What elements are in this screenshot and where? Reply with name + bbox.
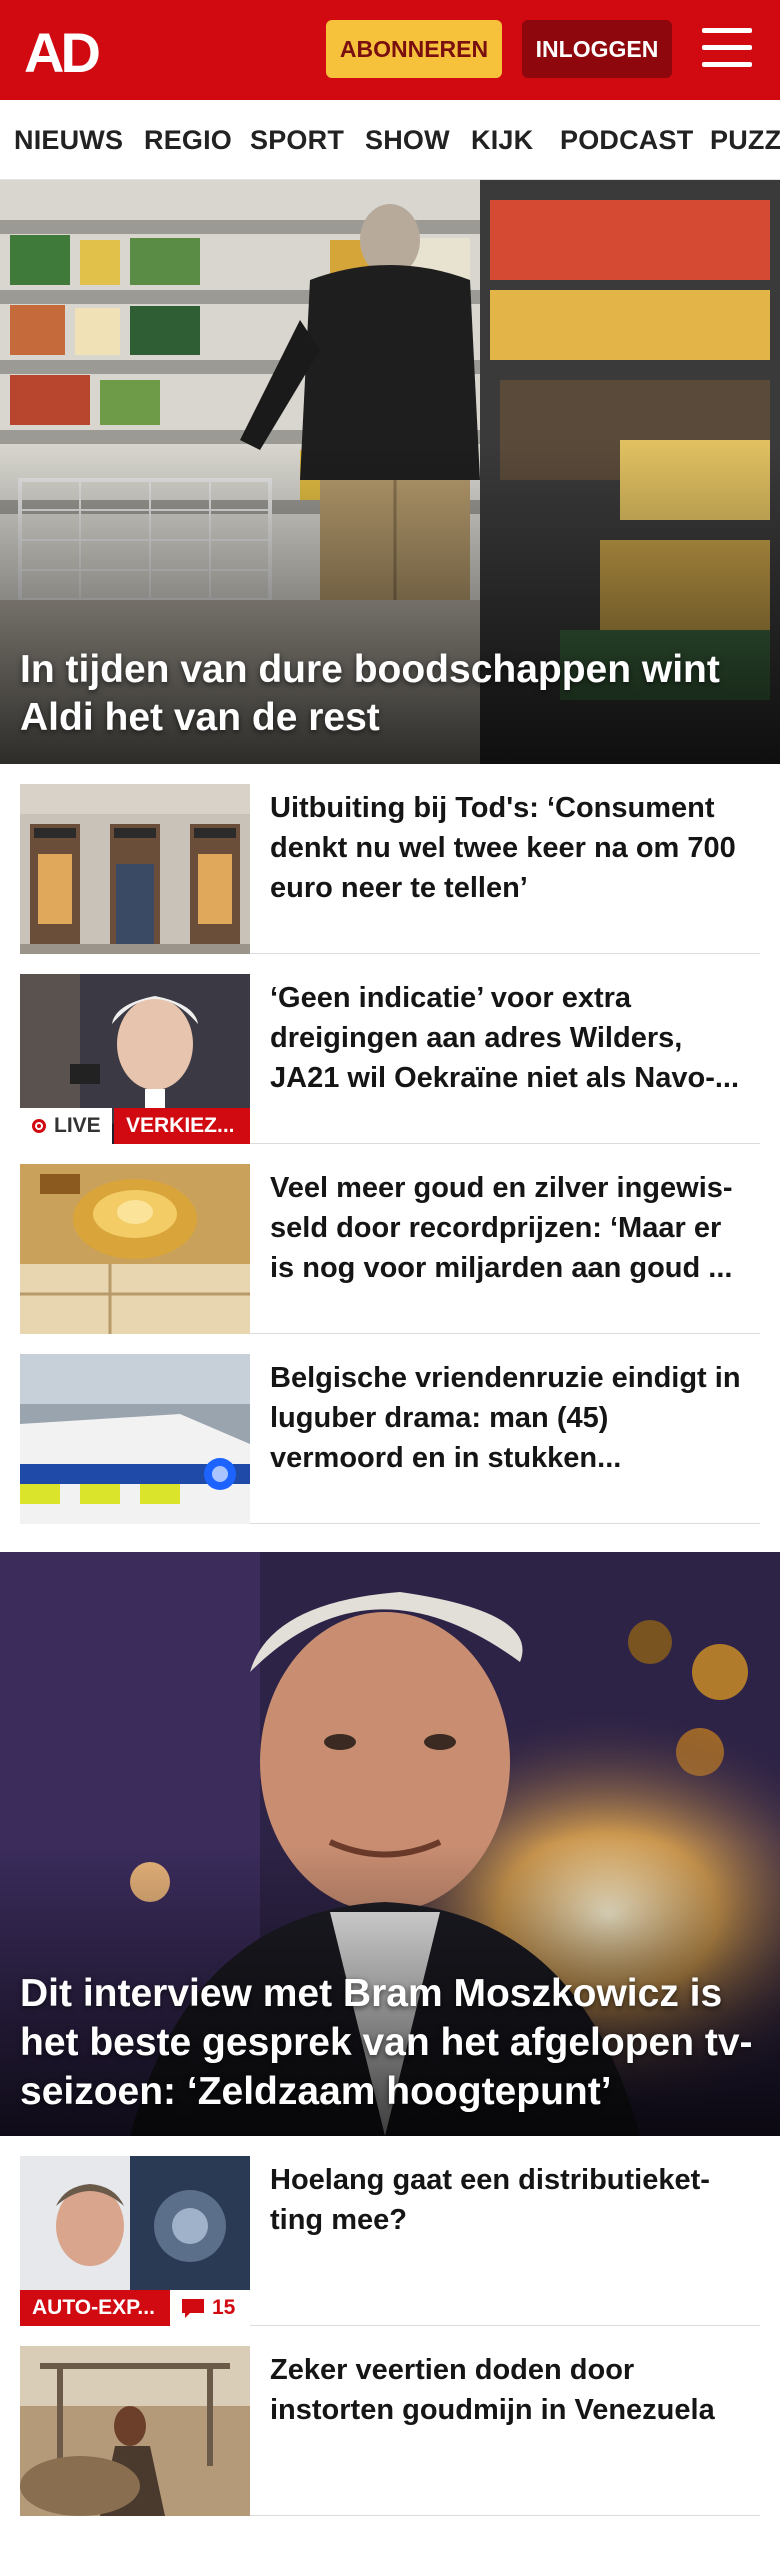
- hero-headline[interactable]: In tijden van dure boodschappen wint Ald…: [20, 646, 760, 742]
- svg-text:AD: AD: [24, 22, 99, 80]
- article-thumbnail-police: [20, 1354, 250, 1524]
- nav-item-podcast[interactable]: PODCAST: [560, 100, 693, 179]
- login-button[interactable]: INLOGGEN: [522, 20, 672, 78]
- article-thumbnail-gold: [20, 1164, 250, 1334]
- section-nav: NIEUWS REGIO SPORT SHOW KIJK PODCAST PUZ…: [0, 100, 780, 180]
- article-headline[interactable]: ‘Geen indicatie’ voor extra dreigingen a…: [270, 978, 750, 1098]
- hamburger-menu-icon[interactable]: [702, 26, 752, 70]
- live-indicator-icon: [32, 1119, 46, 1133]
- hero-article-aldi[interactable]: In tijden van dure boodschappen wint Ald…: [0, 180, 780, 764]
- comment-bubble-icon: [182, 2299, 204, 2318]
- article-row-belgium[interactable]: Belgische vriendenruzie eindigt in lugub…: [20, 1334, 760, 1524]
- article-row-distributieketting[interactable]: AUTO-EXP... 15 Hoelang gaat een distribu…: [20, 2136, 760, 2326]
- nav-item-regio[interactable]: REGIO: [144, 100, 232, 179]
- hero-headline[interactable]: Dit interview met Bram Moszkowicz is het…: [20, 1969, 760, 2116]
- live-label: LIVE: [54, 1114, 101, 1137]
- category-tag: VERKIEZ...: [114, 1108, 250, 1144]
- live-badge: LIVE: [20, 1108, 112, 1144]
- article-headline[interactable]: Veel meer goud en zilver ingewis­seld do…: [270, 1168, 750, 1288]
- article-thumbnail-auto-expert: AUTO-EXP... 15: [20, 2156, 250, 2326]
- nav-item-show[interactable]: SHOW: [365, 100, 450, 179]
- nav-item-sport[interactable]: SPORT: [250, 100, 344, 179]
- article-headline[interactable]: Zeker veertien doden door instorten goud…: [270, 2350, 750, 2430]
- article-headline[interactable]: Belgische vriendenruzie eindigt in lugub…: [270, 1358, 750, 1478]
- article-row-tods[interactable]: Uitbuiting bij Tod's: ‘Consument denkt n…: [20, 764, 760, 954]
- nav-item-kijk[interactable]: KIJK: [471, 100, 533, 179]
- article-headline[interactable]: Uitbuiting bij Tod's: ‘Consument denkt n…: [270, 788, 750, 908]
- hero-article-moszkowicz[interactable]: Dit interview met Bram Moszkowicz is het…: [0, 1552, 780, 2136]
- article-thumbnail-tods: [20, 784, 250, 954]
- nav-item-nieuws[interactable]: NIEUWS: [14, 100, 123, 179]
- nav-item-puzzels[interactable]: PUZZ: [710, 100, 780, 179]
- article-row-wilders[interactable]: LIVE VERKIEZ... ‘Geen indicatie’ voor ex…: [20, 954, 760, 1144]
- subscribe-button[interactable]: ABONNEREN: [326, 20, 502, 78]
- article-thumbnail-goldmine: [20, 2346, 250, 2516]
- ad-logo[interactable]: AD: [24, 22, 116, 80]
- category-tag: AUTO-EXP...: [20, 2290, 170, 2326]
- article-headline[interactable]: Hoelang gaat een distributieket­ting mee…: [270, 2160, 750, 2240]
- article-row-goudmijn[interactable]: Zeker veertien doden door instorten goud…: [20, 2326, 760, 2516]
- article-thumbnail-wilders: LIVE VERKIEZ...: [20, 974, 250, 1144]
- comment-count[interactable]: 15: [170, 2290, 250, 2326]
- site-header: AD ABONNEREN INLOGGEN: [0, 0, 780, 100]
- comment-count-value: 15: [212, 2296, 236, 2319]
- article-row-gold[interactable]: Veel meer goud en zilver ingewis­seld do…: [20, 1144, 760, 1334]
